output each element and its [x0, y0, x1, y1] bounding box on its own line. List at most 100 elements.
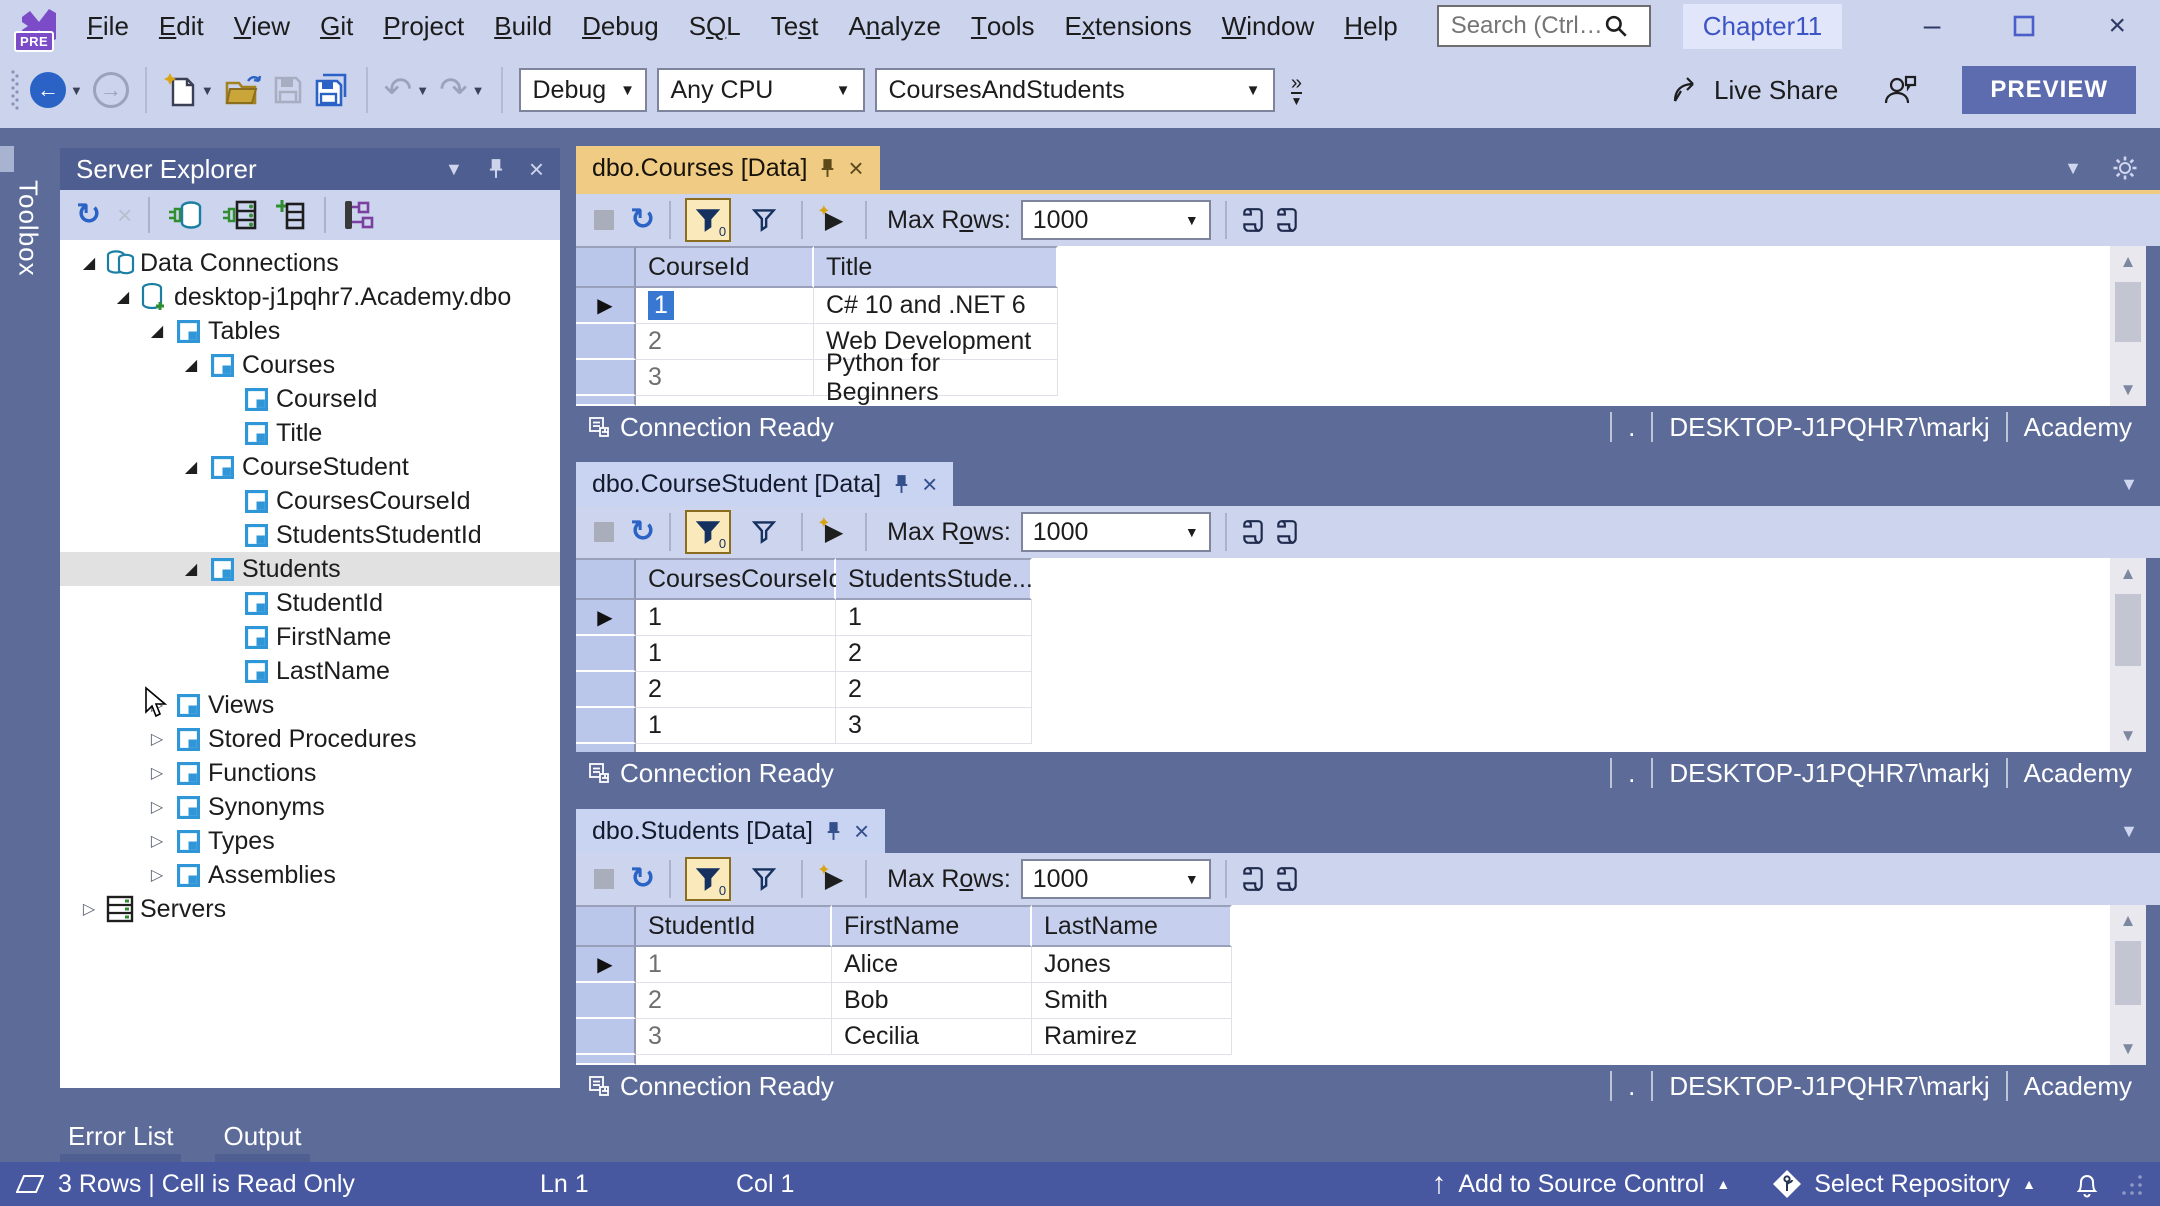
grid-cell[interactable]: Bob [832, 983, 1032, 1019]
connect-to-server-icon[interactable] [220, 198, 258, 232]
expander-open-icon[interactable]: ◢ [108, 287, 138, 307]
row-selector[interactable]: ▶ [576, 947, 636, 983]
menu-help[interactable]: Help [1329, 0, 1412, 52]
column-header-courseid[interactable]: CourseId [636, 246, 814, 288]
gear-icon[interactable] [2112, 155, 2138, 181]
add-connection-icon[interactable] [274, 198, 308, 232]
pin-icon[interactable] [487, 159, 505, 179]
row-selector-header[interactable] [576, 558, 636, 600]
column-header-studentid[interactable]: StudentId [636, 905, 832, 947]
refresh-icon[interactable]: ↻ [630, 864, 655, 894]
script-icon[interactable] [1275, 207, 1299, 233]
menu-extensions[interactable]: Extensions [1050, 0, 1207, 52]
vertical-scrollbar[interactable]: ▲▼ [2110, 558, 2146, 752]
scroll-up-icon[interactable]: ▲ [2110, 246, 2146, 278]
scrollbar-thumb[interactable] [2115, 282, 2141, 342]
expander-closed-icon[interactable]: ▷ [142, 831, 172, 851]
expander-closed-icon[interactable]: ▷ [142, 729, 172, 749]
row-selector[interactable]: ▶ [576, 288, 636, 324]
expander-closed-icon[interactable]: ▷ [142, 797, 172, 817]
row-selector[interactable] [576, 672, 636, 708]
vertical-scrollbar[interactable]: ▲▼ [2110, 246, 2146, 406]
scroll-down-icon[interactable]: ▼ [2110, 374, 2146, 406]
column-header-coursescourseid[interactable]: CoursesCourseId [636, 558, 836, 600]
server-explorer-titlebar[interactable]: Server Explorer ▼ × [60, 148, 560, 190]
grid-cell[interactable]: 2 [636, 324, 814, 360]
open-file-button[interactable] [224, 73, 262, 107]
save-all-button[interactable] [314, 73, 350, 107]
grid-cell[interactable]: 2 [636, 672, 836, 708]
grid-cell[interactable]: 3 [636, 1019, 832, 1055]
feedback-person-icon[interactable] [1882, 73, 1918, 107]
grid-cell[interactable]: 3 [636, 360, 814, 396]
live-share-button[interactable]: Live Share [1670, 74, 1838, 106]
tree-item-assemblies[interactable]: ▷Assemblies [60, 858, 560, 892]
stop-refresh-icon[interactable]: × [117, 200, 132, 231]
resize-grip[interactable] [2118, 1171, 2144, 1197]
grid-cell[interactable]: 1 [636, 636, 836, 672]
column-header-firstname[interactable]: FirstName [832, 905, 1032, 947]
chevron-down-icon[interactable]: ▼ [2120, 474, 2138, 495]
max-rows-combo[interactable]: 1000▼ [1021, 200, 1211, 240]
undo-button[interactable]: ↶ ▼ [384, 73, 429, 107]
close-window-button[interactable]: × [2108, 11, 2126, 41]
grid-cell[interactable]: 2 [636, 983, 832, 1019]
tree-item-data-connections[interactable]: ◢Data Connections [60, 246, 560, 280]
solution-platform-combo[interactable]: Any CPU ▼ [657, 68, 865, 112]
scroll-up-icon[interactable]: ▲ [2110, 905, 2146, 937]
navigate-forward-button[interactable]: → [93, 72, 129, 108]
run-with-options-icon[interactable]: ▶✦ [817, 515, 851, 549]
row-selector[interactable] [576, 360, 636, 396]
startup-project-combo[interactable]: CoursesAndStudents ▼ [875, 68, 1275, 112]
tree-item-lastname[interactable]: LastName [60, 654, 560, 688]
menu-sql[interactable]: SQL [674, 0, 756, 52]
grid-cell[interactable]: 1 [636, 288, 814, 324]
chevron-down-icon[interactable]: ▼ [2064, 158, 2082, 179]
tree-item-firstname[interactable]: FirstName [60, 620, 560, 654]
document-tab[interactable]: dbo.Courses [Data]× [576, 146, 880, 190]
bottom-tab-output[interactable]: Output [213, 1118, 311, 1164]
refresh-icon[interactable]: ↻ [630, 205, 655, 235]
refresh-icon[interactable]: ↻ [76, 200, 101, 230]
close-icon[interactable]: × [848, 155, 863, 181]
expander-open-icon[interactable]: ◢ [176, 559, 206, 579]
grid-cell[interactable]: 1 [836, 600, 1032, 636]
pin-icon[interactable] [893, 475, 910, 494]
tree-item-stored-procedures[interactable]: ▷Stored Procedures [60, 722, 560, 756]
maximize-button[interactable] [2012, 14, 2036, 38]
window-position-chevron-icon[interactable]: ▼ [445, 159, 463, 180]
navigate-back-button[interactable]: ← ▼ [30, 72, 83, 108]
tree-item-courseid[interactable]: CourseId [60, 382, 560, 416]
undo-dropdown-icon[interactable]: ▼ [416, 83, 429, 98]
menu-edit[interactable]: Edit [144, 0, 219, 52]
document-tab[interactable]: dbo.CourseStudent [Data]× [576, 462, 953, 506]
tree-item-coursestudent[interactable]: ◢CourseStudent [60, 450, 560, 484]
row-selector-header[interactable] [576, 905, 636, 947]
stop-icon[interactable] [594, 522, 614, 542]
expander-closed-icon[interactable]: ▷ [74, 899, 104, 919]
tree-item-views[interactable]: ▷Views [60, 688, 560, 722]
back-dropdown-icon[interactable]: ▼ [70, 83, 83, 98]
grid-cell[interactable]: 1 [636, 708, 836, 744]
scroll-up-icon[interactable]: ▲ [2110, 558, 2146, 590]
stop-icon[interactable] [594, 210, 614, 230]
filter-icon[interactable] [741, 510, 787, 554]
pin-icon[interactable] [825, 822, 842, 841]
column-header-studentsstude-[interactable]: StudentsStude... [836, 558, 1032, 600]
grid-cell[interactable]: C# 10 and .NET 6 [814, 288, 1058, 324]
search-input[interactable] [1443, 12, 1603, 40]
max-rows-combo[interactable]: 1000▼ [1021, 512, 1211, 552]
menu-project[interactable]: Project [368, 0, 479, 52]
notifications-bell-icon[interactable] [2074, 1169, 2100, 1199]
expander-closed-icon[interactable]: ▷ [142, 865, 172, 885]
tree-item-coursescourseid[interactable]: CoursesCourseId [60, 484, 560, 518]
minimize-button[interactable]: – [1924, 11, 1941, 41]
menu-view[interactable]: View [219, 0, 305, 52]
select-repository-button[interactable]: Select Repository ▲ [1772, 1169, 2036, 1199]
new-file-button[interactable]: ▼ [163, 71, 214, 109]
scrollbar-thumb[interactable] [2115, 594, 2141, 666]
expander-open-icon[interactable]: ◢ [142, 321, 172, 341]
redo-dropdown-icon[interactable]: ▼ [472, 83, 485, 98]
bottom-tab-error-list[interactable]: Error List [58, 1118, 183, 1164]
tree-item-servers[interactable]: ▷Servers [60, 892, 560, 926]
